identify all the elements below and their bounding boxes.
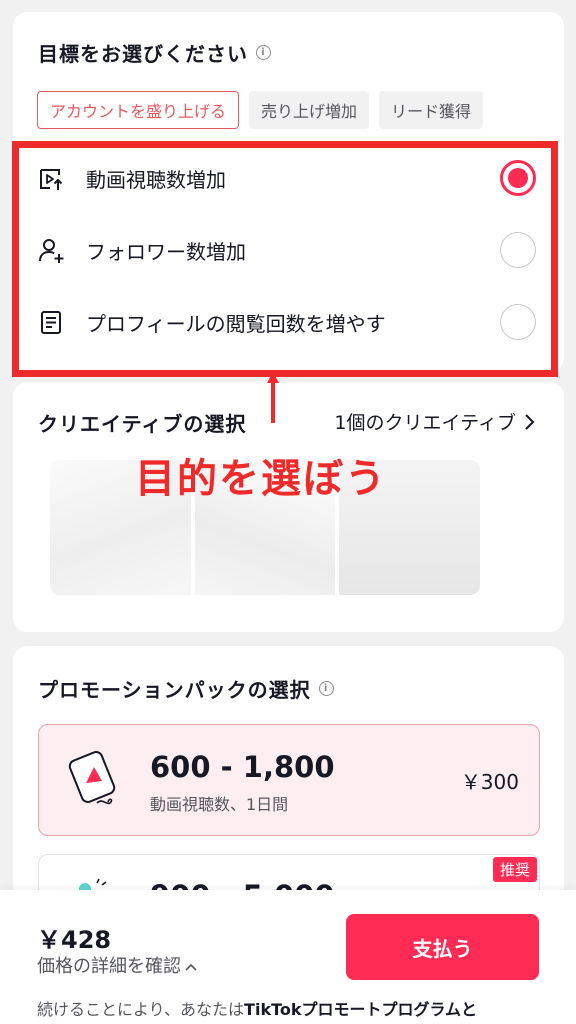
annotation-arrow-icon xyxy=(267,372,279,423)
video-card-icon xyxy=(68,751,116,805)
goal-title: 目標をお選びください xyxy=(38,42,248,66)
promotion-title: プロモーションパックの選択 xyxy=(38,678,311,702)
checkout-bar: ￥428 価格の詳細を確認 支払う 続けることにより、あなたはTikTokプロモ… xyxy=(0,890,576,1024)
tab-account-boost[interactable]: アカウントを盛り上げる xyxy=(37,91,240,129)
terms-prefix: 続けることにより、あなたは xyxy=(37,1000,245,1019)
promotion-pack-selected[interactable]: 600 - 1,800 動画視聴数、1日間 ￥300 xyxy=(38,724,540,836)
pack-subtitle: 動画視聴数、1日間 xyxy=(150,795,289,814)
pay-button[interactable]: 支払う xyxy=(346,914,539,980)
chevron-right-icon xyxy=(525,413,535,430)
annotation-text: 目的を選ぼう xyxy=(135,456,387,502)
total-price: ￥428 xyxy=(37,926,112,954)
info-icon[interactable]: i xyxy=(318,681,334,696)
terms-program-link[interactable]: TikTokプロモートプログラムと xyxy=(244,1000,477,1019)
creative-link-label: 1個のクリエイティブ xyxy=(334,412,516,434)
chevron-up-icon xyxy=(185,963,197,971)
recommended-badge: 推奨 xyxy=(492,857,537,882)
tab-lead-generation[interactable]: リード獲得 xyxy=(379,91,484,129)
creative-link[interactable]: 1個のクリエイティブ xyxy=(334,408,536,435)
tab-sales-increase[interactable]: 売り上げ増加 xyxy=(249,91,370,129)
promotion-section-title: プロモーションパックの選択 i xyxy=(38,674,334,703)
price-detail-link[interactable]: 価格の詳細を確認 xyxy=(37,952,198,978)
pack-price: ￥300 xyxy=(460,770,519,794)
price-detail-label: 価格の詳細を確認 xyxy=(37,956,181,977)
info-icon[interactable]: i xyxy=(256,45,271,60)
goal-tabs: アカウントを盛り上げる 売り上げ増加 リード獲得 xyxy=(37,91,484,129)
creative-section-title: クリエイティブの選択 xyxy=(38,412,247,436)
pack-range: 600 - 1,800 xyxy=(150,750,335,784)
creative-card: クリエイティブの選択 1個のクリエイティブ xyxy=(13,382,564,632)
annotation-frame xyxy=(12,141,558,377)
goal-section-title: 目標をお選びください i xyxy=(38,38,271,67)
terms-text: 続けることにより、あなたはTikTokプロモートプログラムと xyxy=(37,996,477,1020)
